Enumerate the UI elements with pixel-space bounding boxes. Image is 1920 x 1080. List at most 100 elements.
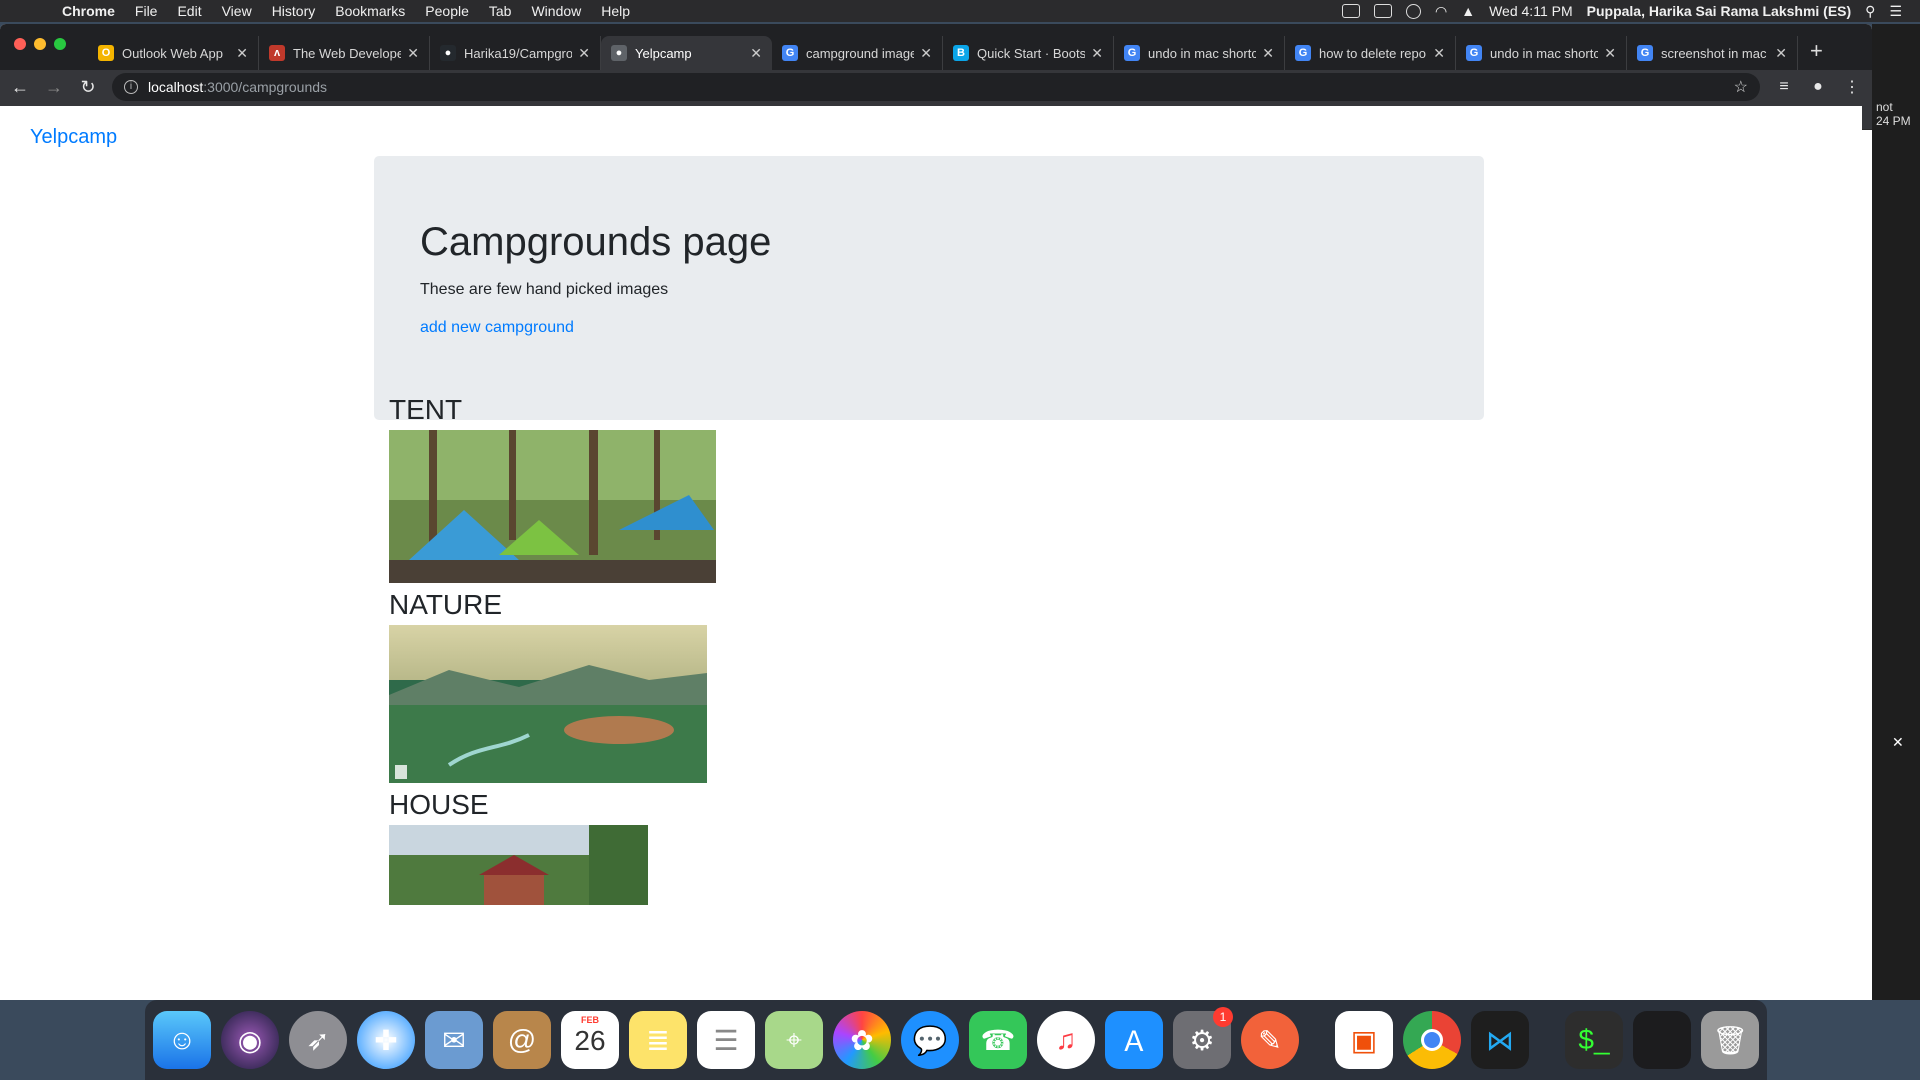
profile-avatar-icon[interactable]: ● bbox=[1808, 78, 1828, 96]
zoom-window-button[interactable] bbox=[54, 38, 66, 50]
minimize-window-button[interactable] bbox=[34, 38, 46, 50]
tab-strip: O Outlook Web App ✕ ʌ The Web Develope ✕ ● Hari… bbox=[0, 24, 1872, 70]
facetime-icon[interactable]: ☎ bbox=[969, 1011, 1027, 1069]
menu-view[interactable]: View bbox=[212, 3, 262, 19]
browser-tab[interactable]: ● Harika19/Campgro ✕ bbox=[430, 36, 601, 70]
menubar-user[interactable]: Puppala, Harika Sai Rama Lakshmi (ES) bbox=[1587, 3, 1852, 19]
menu-window[interactable]: Window bbox=[521, 3, 591, 19]
contacts-icon[interactable]: @ bbox=[493, 1011, 551, 1069]
forward-arrow-icon[interactable]: → bbox=[44, 77, 64, 98]
campground-image-tent bbox=[389, 430, 716, 583]
finder-icon[interactable]: ☺ bbox=[153, 1011, 211, 1069]
close-icon[interactable]: ✕ bbox=[1892, 734, 1904, 751]
app-store-icon[interactable]: Ａ bbox=[1105, 1011, 1163, 1069]
notes-icon[interactable]: ≣ bbox=[629, 1011, 687, 1069]
browser-tab[interactable]: Gcampground image ✕ bbox=[772, 36, 943, 70]
cloud-status-icon[interactable] bbox=[1342, 4, 1361, 18]
new-tab-button[interactable]: + bbox=[1798, 38, 1835, 70]
photos-icon[interactable]: ✿ bbox=[833, 1011, 891, 1069]
chrome-menu-icon[interactable]: ⋮ bbox=[1842, 77, 1862, 97]
safari-icon[interactable]: ✜ bbox=[357, 1011, 415, 1069]
site-info-icon[interactable]: i bbox=[124, 80, 138, 94]
close-tab-icon[interactable]: ✕ bbox=[1604, 45, 1616, 62]
messages-icon[interactable]: 💬 bbox=[901, 1011, 959, 1069]
tab-favicon-icon: O bbox=[98, 45, 114, 61]
tab-title: The Web Develope bbox=[293, 45, 402, 61]
terminal-icon[interactable]: $_ bbox=[1565, 1011, 1623, 1069]
menu-history[interactable]: History bbox=[262, 3, 326, 19]
browser-tab[interactable]: Ghow to delete repo ✕ bbox=[1285, 36, 1456, 70]
campground-name: HOUSE bbox=[389, 789, 489, 820]
close-tab-icon[interactable]: ✕ bbox=[1091, 45, 1103, 62]
launchpad-icon[interactable]: ➶ bbox=[289, 1011, 347, 1069]
vscode-icon[interactable]: ⋈ bbox=[1471, 1011, 1529, 1069]
menu-people[interactable]: People bbox=[415, 3, 479, 19]
wifi-icon[interactable]: ◠ bbox=[1435, 3, 1447, 20]
close-tab-icon[interactable]: ✕ bbox=[920, 45, 932, 62]
close-tab-icon[interactable]: ✕ bbox=[236, 45, 248, 62]
menu-bookmarks[interactable]: Bookmarks bbox=[325, 3, 415, 19]
close-tab-icon[interactable]: ✕ bbox=[750, 45, 762, 62]
url-path: :3000/campgrounds bbox=[203, 79, 328, 95]
browser-toolbar: ← → ↻ i localhost:3000/campgrounds ☆ ≡ ●… bbox=[0, 70, 1872, 104]
close-tab-icon[interactable]: ✕ bbox=[578, 45, 590, 62]
campground-item: TENT bbox=[389, 394, 716, 583]
notification-center-icon[interactable]: ☰ bbox=[1889, 3, 1902, 20]
tabs: O Outlook Web App ✕ ʌ The Web Develope ✕ ● Hari… bbox=[88, 30, 1798, 70]
tab-favicon-icon: B bbox=[953, 45, 969, 61]
menubar-clock[interactable]: Wed 4:11 PM bbox=[1489, 3, 1573, 19]
browser-tab[interactable]: B Quick Start · Boots ✕ bbox=[943, 36, 1114, 70]
maps-icon[interactable]: ⌖ bbox=[765, 1011, 823, 1069]
tab-title: undo in mac shortc bbox=[1490, 45, 1599, 61]
browser-tab[interactable]: ● Yelpcamp ✕ bbox=[601, 36, 772, 70]
trash-icon[interactable]: 🗑 bbox=[1701, 1011, 1759, 1069]
bookmark-star-icon[interactable]: ☆ bbox=[1734, 77, 1748, 97]
browser-tab[interactable]: Gundo in mac shortc ✕ bbox=[1114, 36, 1285, 70]
address-bar[interactable]: i localhost:3000/campgrounds ☆ bbox=[112, 73, 1760, 101]
tab-favicon-icon: ● bbox=[440, 45, 456, 61]
reminders-icon[interactable]: ☰ bbox=[697, 1011, 755, 1069]
close-tab-icon[interactable]: ✕ bbox=[407, 45, 419, 62]
web-page: Yelpcamp Campgrounds page These are few … bbox=[0, 106, 1862, 976]
browser-tab[interactable]: O Outlook Web App ✕ bbox=[88, 36, 259, 70]
menu-edit[interactable]: Edit bbox=[167, 3, 211, 19]
tab-favicon-icon: G bbox=[1637, 45, 1653, 61]
close-tab-icon[interactable]: ✕ bbox=[1433, 45, 1445, 62]
add-new-campground-link[interactable]: add new campground bbox=[420, 319, 574, 336]
chrome-icon[interactable] bbox=[1403, 1011, 1461, 1069]
itunes-icon[interactable]: ♫ bbox=[1037, 1011, 1095, 1069]
tab-title: campground image bbox=[806, 45, 915, 61]
mail-icon[interactable]: ✉ bbox=[425, 1011, 483, 1069]
siri-icon[interactable]: ◉ bbox=[221, 1011, 279, 1069]
menu-tab[interactable]: Tab bbox=[479, 3, 522, 19]
minimized-window-thumbnail[interactable] bbox=[1633, 1011, 1691, 1069]
presentation-app-icon[interactable]: ▣ bbox=[1335, 1011, 1393, 1069]
browser-tab[interactable]: Gscreenshot in mac ✕ bbox=[1627, 36, 1798, 70]
system-preferences-icon[interactable]: ⚙ 1 bbox=[1173, 1007, 1233, 1069]
menu-file[interactable]: File bbox=[125, 3, 168, 19]
calendar-day: 26 bbox=[574, 1025, 606, 1056]
url-host: localhost bbox=[148, 79, 204, 95]
close-window-button[interactable] bbox=[14, 38, 26, 50]
airplay-icon[interactable]: ▲ bbox=[1461, 3, 1475, 19]
calendar-icon[interactable]: FEB 26 bbox=[561, 1011, 619, 1069]
close-tab-icon[interactable]: ✕ bbox=[1775, 45, 1787, 62]
browser-tab[interactable]: Gundo in mac shortc ✕ bbox=[1456, 36, 1627, 70]
campground-item: HOUSE bbox=[389, 789, 648, 905]
tab-favicon-icon: ʌ bbox=[269, 45, 285, 61]
tab-title: undo in mac shortc bbox=[1148, 45, 1257, 61]
campground-image-nature bbox=[389, 625, 707, 783]
spotlight-icon[interactable]: ⚲ bbox=[1865, 3, 1875, 20]
postman-icon[interactable]: ✎ bbox=[1241, 1011, 1299, 1069]
tab-title: how to delete repo bbox=[1319, 45, 1426, 61]
menu-app-name[interactable]: Chrome bbox=[52, 3, 125, 19]
close-tab-icon[interactable]: ✕ bbox=[1262, 45, 1274, 62]
media-controls-icon[interactable]: ≡ bbox=[1774, 78, 1794, 96]
menu-help[interactable]: Help bbox=[591, 3, 640, 19]
docker-icon[interactable] bbox=[1374, 4, 1393, 18]
navbar-brand-link[interactable]: Yelpcamp bbox=[30, 126, 117, 149]
browser-tab[interactable]: ʌ The Web Develope ✕ bbox=[259, 36, 430, 70]
reload-icon[interactable]: ↻ bbox=[78, 77, 98, 98]
back-arrow-icon[interactable]: ← bbox=[10, 77, 30, 98]
vpn-icon[interactable] bbox=[1406, 3, 1422, 19]
